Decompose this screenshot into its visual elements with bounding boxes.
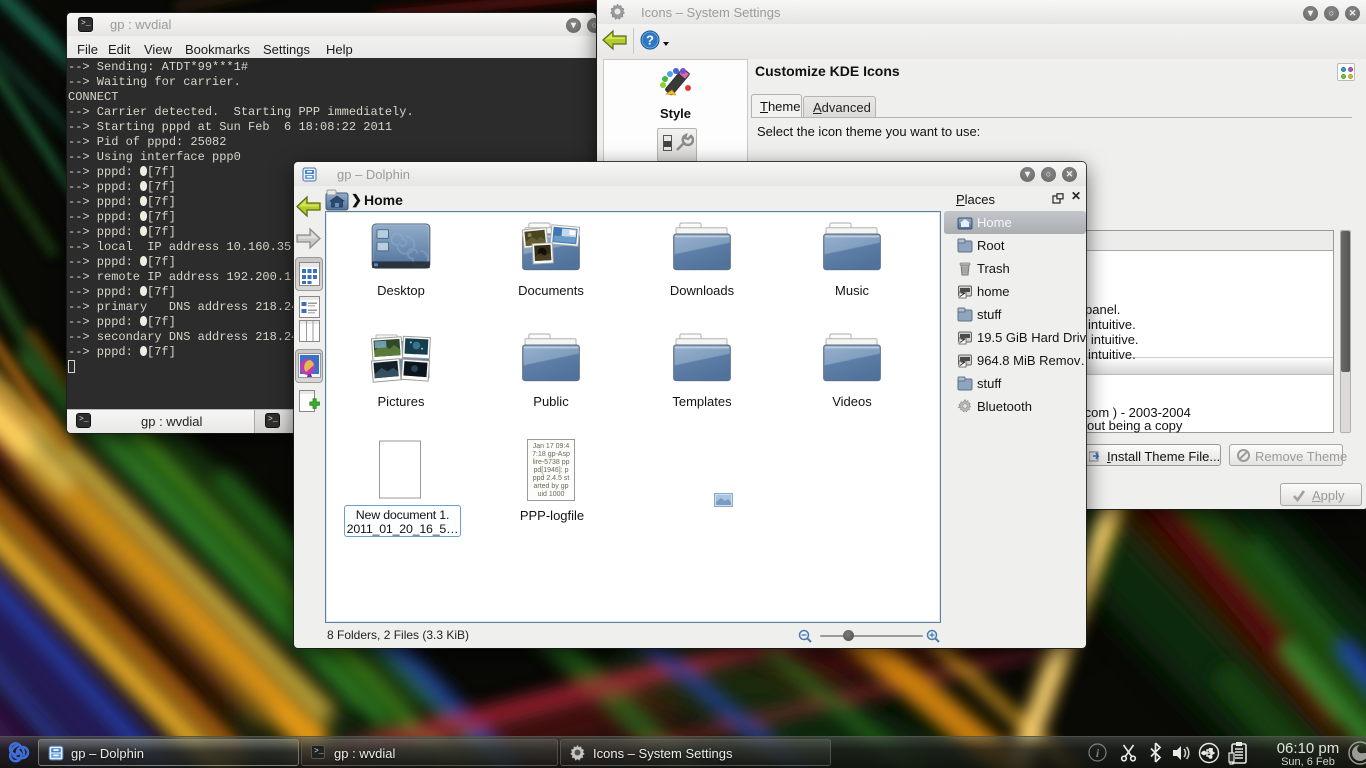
svg-text:?: ?	[646, 33, 654, 48]
svg-text:i: i	[1096, 746, 1100, 760]
